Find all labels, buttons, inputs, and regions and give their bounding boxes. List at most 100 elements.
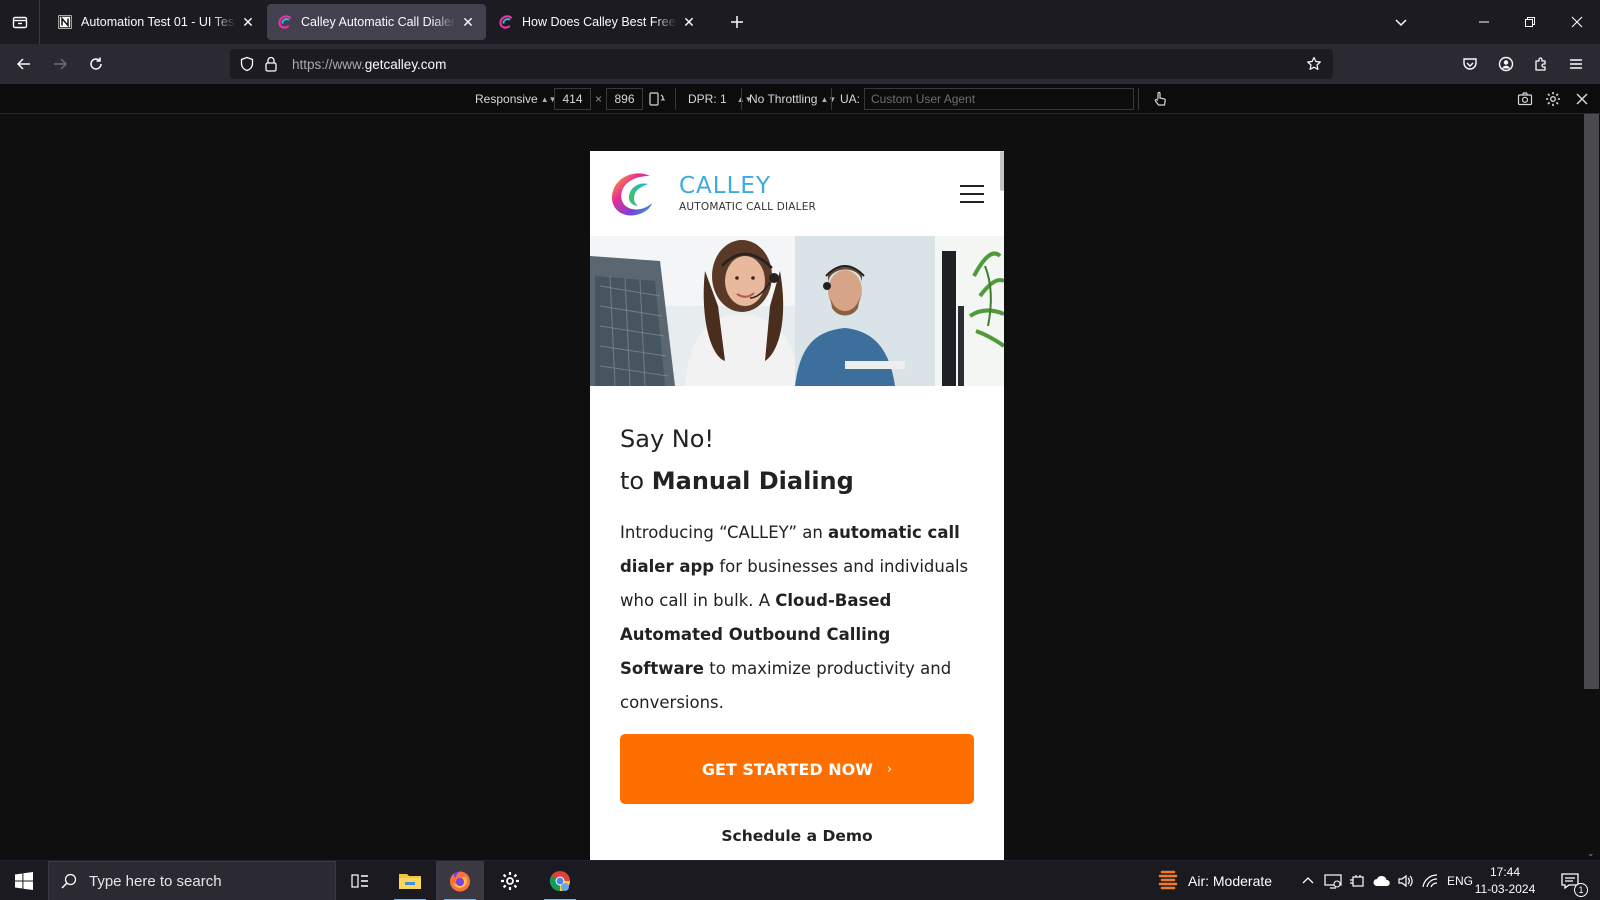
intro-paragraph: Introducing “CALLEY” an automatic call d… <box>620 523 969 712</box>
scroll-down-arrow-icon[interactable]: ⌄ <box>1587 848 1597 858</box>
chrome-taskbar-button[interactable] <box>536 861 584 900</box>
logo-tagline: AUTOMATIC CALL DIALER <box>679 201 817 213</box>
chrome-icon <box>549 871 570 892</box>
close-icon[interactable]: ✕ <box>240 14 256 30</box>
navigation-toolbar: https://www.getcalley.com <box>0 44 1600 84</box>
firefox-icon <box>450 871 470 892</box>
throttling-selector[interactable]: No Throttling ▲▼ <box>749 84 836 114</box>
user-agent-input[interactable]: Custom User Agent <box>864 88 1135 110</box>
search-placeholder: Type here to search <box>89 872 222 890</box>
show-hidden-icons-button[interactable] <box>1298 861 1318 900</box>
screenshot-button[interactable] <box>1517 84 1533 114</box>
start-button[interactable] <box>0 861 48 900</box>
rotate-viewport-button[interactable] <box>648 84 666 114</box>
action-center-button[interactable]: 1 <box>1548 861 1592 900</box>
chevron-right-icon: › <box>886 761 893 777</box>
notification-count-badge: 1 <box>1574 883 1588 897</box>
hamburger-menu-icon <box>1570 59 1582 69</box>
task-view-button[interactable] <box>336 861 384 900</box>
dpr-selector[interactable]: DPR: 1 ▲▼ <box>688 84 753 114</box>
reload-button[interactable] <box>80 50 112 78</box>
rdm-settings-button[interactable] <box>1545 84 1561 114</box>
list-all-tabs-button[interactable] <box>0 0 40 44</box>
chevron-down-icon <box>1395 19 1407 27</box>
folder-icon <box>399 874 421 889</box>
toolbar-divider <box>831 88 832 110</box>
calley-logo-icon[interactable] <box>608 170 658 220</box>
restore-icon <box>1525 17 1535 27</box>
close-icon[interactable]: ✕ <box>460 14 476 30</box>
firefox-taskbar-button[interactable] <box>436 861 484 900</box>
bookmark-star-icon[interactable] <box>1303 53 1325 75</box>
weather-widget[interactable]: Air: Moderate <box>1158 861 1303 900</box>
tab-strip: Automation Test 01 - UI Testing ✕ Calley… <box>0 0 1600 44</box>
windows-taskbar: Type here to search Air: Moderate ENG 17… <box>0 860 1600 900</box>
extensions-button[interactable] <box>1525 50 1557 78</box>
url-text[interactable]: https://www.getcalley.com <box>292 57 446 72</box>
new-tab-button[interactable] <box>726 11 748 33</box>
headline-line-2: to Manual Dialing <box>620 467 854 495</box>
app-menu-button[interactable] <box>1560 50 1592 78</box>
tab-title: Calley Automatic Call Dialer For <box>301 15 456 29</box>
touch-simulation-button[interactable] <box>1152 84 1168 114</box>
network-tray-icon[interactable] <box>1418 861 1442 900</box>
windows-logo-icon <box>15 872 33 890</box>
viewport-width-input[interactable]: 414 <box>554 88 591 110</box>
close-icon[interactable]: ✕ <box>681 14 697 30</box>
wifi-icon <box>1422 874 1438 888</box>
account-button[interactable] <box>1490 50 1522 78</box>
dimension-separator: × <box>595 92 603 106</box>
site-header: CALLEY AUTOMATIC CALL DIALER <box>590 151 1004 236</box>
mobile-menu-button[interactable] <box>960 185 984 203</box>
air-quality-icon <box>1158 870 1178 890</box>
close-rdm-button[interactable] <box>1576 84 1588 114</box>
scrollbar-thumb[interactable] <box>1584 114 1599 689</box>
onedrive-tray-icon[interactable] <box>1370 861 1394 900</box>
lock-icon[interactable] <box>260 53 282 75</box>
toolbar-divider <box>1138 88 1139 110</box>
meet-now-tray-icon[interactable] <box>1322 861 1344 900</box>
power-tray-icon[interactable] <box>1346 861 1368 900</box>
gear-icon <box>1546 92 1560 106</box>
device-selector[interactable]: Responsive ▲▼ <box>475 84 557 114</box>
tab-how-does-calley[interactable]: How Does Calley Best Free Auto ✕ <box>488 4 707 40</box>
shield-icon[interactable] <box>236 53 258 75</box>
taskbar-clock[interactable]: 17:44 11-03-2024 <box>1470 864 1540 898</box>
close-window-button[interactable] <box>1554 0 1600 44</box>
reload-icon <box>90 57 102 70</box>
taskbar-search[interactable]: Type here to search <box>48 861 336 900</box>
close-icon <box>1571 16 1583 28</box>
pocket-button[interactable] <box>1454 50 1486 78</box>
minimize-button[interactable] <box>1461 0 1507 44</box>
tab-list-icon <box>12 16 27 29</box>
plus-icon <box>731 16 743 28</box>
close-icon <box>1576 93 1588 105</box>
forward-button[interactable] <box>44 50 76 78</box>
headline-line-1: Say No! <box>620 425 715 453</box>
headline-emphasis: Manual Dialing <box>651 467 854 495</box>
viewport-scrollbar[interactable]: ⌄ <box>1583 114 1600 860</box>
tab-overflow-button[interactable] <box>1378 0 1424 44</box>
tab-calley-dialer[interactable]: Calley Automatic Call Dialer For ✕ <box>267 4 486 40</box>
monitor-alert-icon <box>1324 874 1342 889</box>
viewport-height-input[interactable]: 896 <box>606 88 644 110</box>
hero-content: Say No! to Manual Dialing Introducing “C… <box>620 424 980 720</box>
tab-automation-test[interactable]: Automation Test 01 - UI Testing ✕ <box>47 4 266 40</box>
volume-tray-icon[interactable] <box>1394 861 1418 900</box>
file-explorer-button[interactable] <box>386 861 434 900</box>
select-arrows-icon: ▲▼ <box>820 94 837 104</box>
task-view-icon <box>351 874 368 888</box>
settings-taskbar-button[interactable] <box>486 861 534 900</box>
schedule-demo-link[interactable]: Schedule a Demo <box>590 827 1004 845</box>
arrow-left-icon <box>16 58 30 70</box>
logo-wordmark[interactable]: CALLEY <box>679 173 771 199</box>
back-button[interactable] <box>8 50 40 78</box>
address-bar[interactable]: https://www.getcalley.com <box>230 49 1333 79</box>
get-started-button[interactable]: GET STARTED NOW › <box>620 734 974 804</box>
clock-time: 17:44 <box>1489 865 1521 879</box>
hamburger-line <box>960 185 984 187</box>
chevron-up-icon <box>1302 877 1314 884</box>
restore-button[interactable] <box>1507 0 1553 44</box>
speaker-icon <box>1398 874 1413 888</box>
mobile-viewport[interactable]: CALLEY AUTOMATIC CALL DIALER Say No! to … <box>590 151 1004 860</box>
